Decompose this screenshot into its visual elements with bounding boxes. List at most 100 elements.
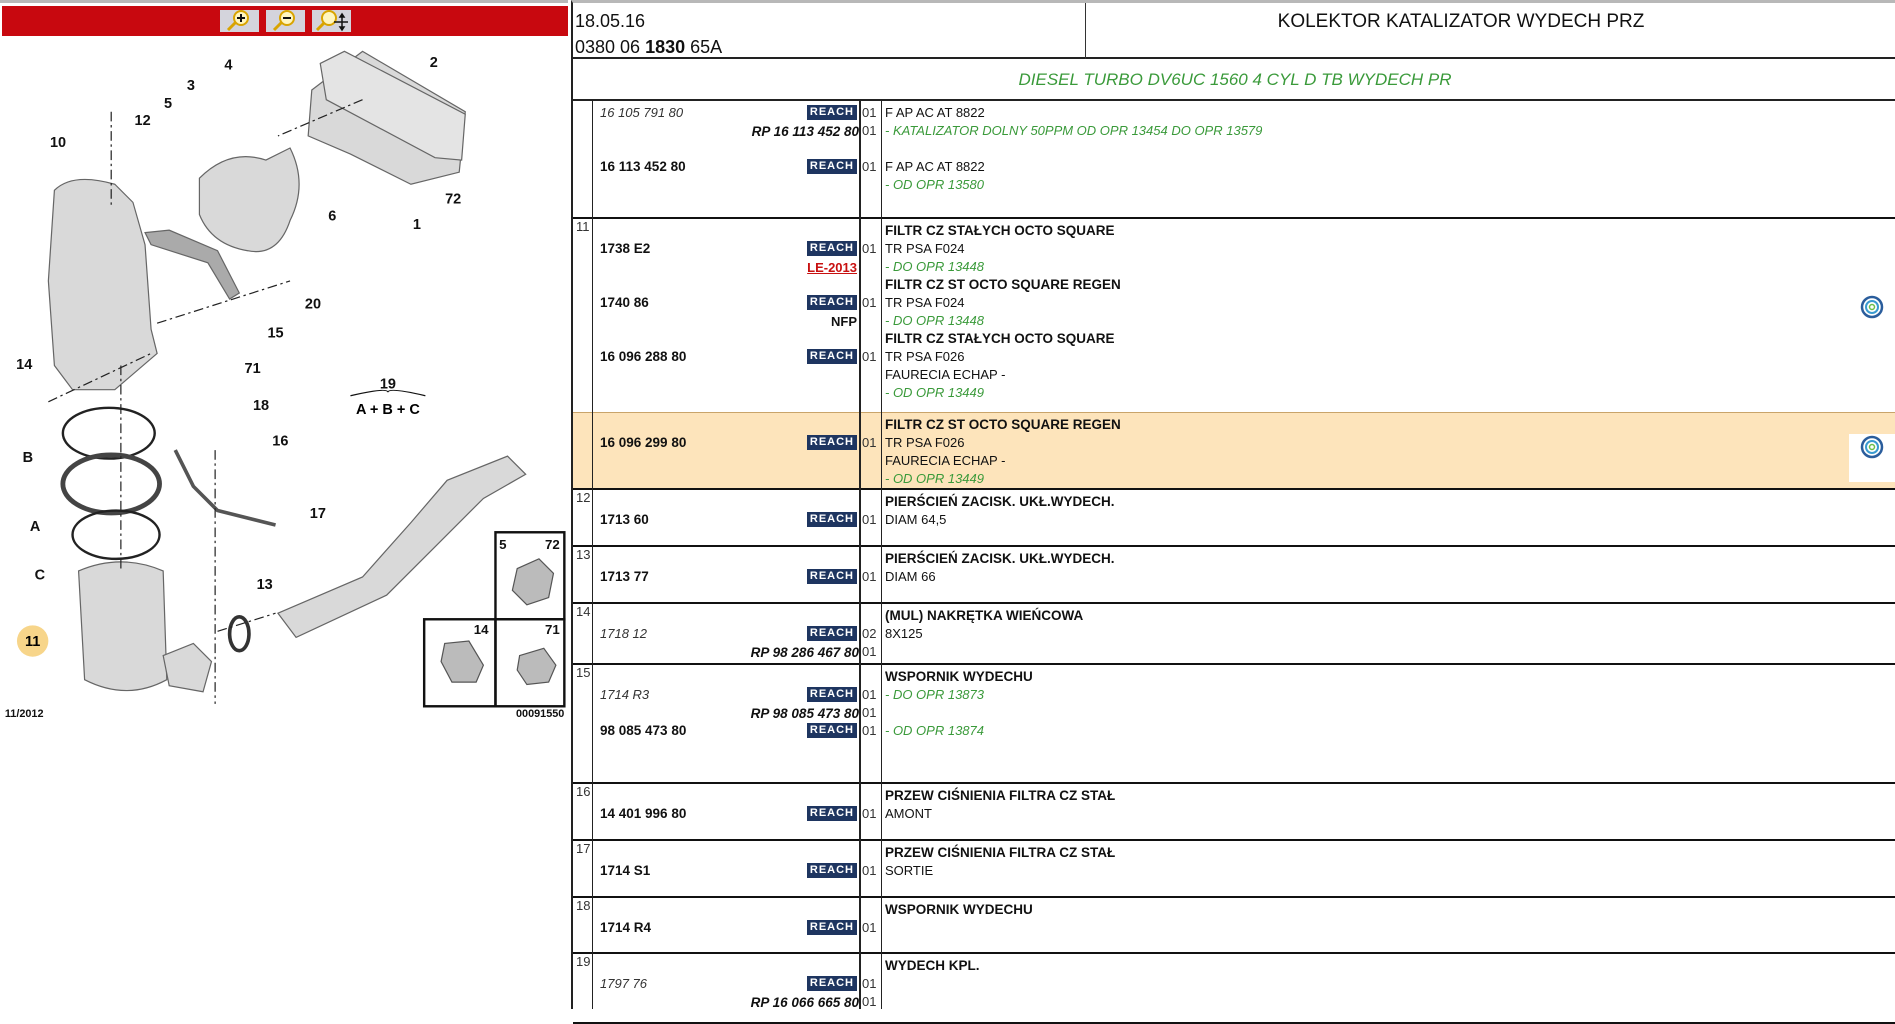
quantity: 01 xyxy=(862,241,877,256)
table-row[interactable]: 16 105 791 80 REACH 01 F AP AC AT 8822 RP 16… xyxy=(573,101,1895,219)
catalyst-outlet-part xyxy=(162,642,213,693)
part-number[interactable]: 98 085 473 80 xyxy=(600,722,686,740)
part-line: PIERŚCIEŃ ZACISK. UKŁ.WYDECH. xyxy=(573,550,1895,568)
part-line: RP 16 113 452 80 01 - KATALIZATOR DOLNY 50… xyxy=(573,122,1895,140)
callout-label[interactable]: 16 xyxy=(272,433,288,449)
exploded-parts-diagram[interactable]: 123456101272201514 711816B17AC1319 A + B … xyxy=(0,3,568,1012)
seal-ring-b xyxy=(61,406,156,460)
part-description: TR PSA F024 xyxy=(885,241,965,256)
header-date: 18.05.16 xyxy=(575,11,646,31)
part-description: - KATALIZATOR DOLNY 50PPM OD OPR 13454 D… xyxy=(885,123,1263,138)
callout-label[interactable]: 17 xyxy=(310,506,326,522)
quantity: 01 xyxy=(862,105,877,120)
table-row[interactable]: 18 WSPORNIK WYDECHU 1714 R4 REACH 01 xyxy=(573,898,1895,954)
callout-label[interactable]: 2 xyxy=(430,55,438,71)
part-number[interactable]: 1718 12 xyxy=(600,625,647,643)
part-number[interactable]: 1714 R3 xyxy=(600,686,649,704)
table-row-selected[interactable]: FILTR CZ ST OCTO SQUARE REGEN 16 096 299 … xyxy=(573,412,1895,490)
seal-ring-c xyxy=(71,509,161,561)
part-line: - OD OPR 13449 xyxy=(573,384,1895,402)
reach-badge: REACH xyxy=(806,349,857,364)
part-description: - OD OPR 13449 xyxy=(885,471,984,486)
table-row[interactable]: 17 PRZEW CIŚNIENIA FILTRA CZ STAŁ 1714 S1 R… xyxy=(573,841,1895,898)
callout-label[interactable]: 6 xyxy=(328,209,336,225)
callout-label[interactable]: 72 xyxy=(445,192,461,208)
highlight-label[interactable]: 11 xyxy=(25,634,40,650)
zoom-in-button[interactable] xyxy=(219,10,259,32)
part-number[interactable]: 1714 S1 xyxy=(600,862,650,880)
quantity: 01 xyxy=(862,644,877,659)
part-number[interactable]: 16 105 791 80 xyxy=(600,104,683,122)
page-title: KOLEKTOR KATALIZATOR WYDECH PRZ xyxy=(1277,11,1645,32)
part-number[interactable]: 16 096 299 80 xyxy=(600,434,686,452)
callout-label[interactable]: 4 xyxy=(224,57,232,73)
replacement-part-number[interactable]: RP 16 066 665 80 xyxy=(751,994,859,1012)
callout-label[interactable]: 13 xyxy=(257,577,273,593)
callout-label[interactable]: 14 xyxy=(16,357,32,373)
callout-label[interactable]: C xyxy=(35,567,46,583)
callout-label[interactable]: 20 xyxy=(305,297,321,313)
code-prefix: 0380 06 xyxy=(575,37,646,57)
callout-label[interactable]: A xyxy=(30,519,41,535)
table-row[interactable]: 11 FILTR CZ STAŁYCH OCTO SQUARE 1738 E2 REA… xyxy=(573,219,1895,414)
part-line: RP 98 085 473 80 01 xyxy=(573,704,1895,722)
diagram-ref: 00091550 xyxy=(516,708,564,720)
le-2013-link[interactable]: LE-2013 xyxy=(807,259,857,277)
part-description: - OD OPR 13449 xyxy=(885,385,984,400)
reach-badge: REACH xyxy=(806,723,857,738)
part-line: 1714 R4 REACH 01 xyxy=(573,919,1895,937)
reach-badge: REACH xyxy=(806,920,857,935)
reach-badge: REACH xyxy=(806,626,857,641)
part-number[interactable]: 1738 E2 xyxy=(600,240,650,258)
parts-table: 16 105 791 80 REACH 01 F AP AC AT 8822 RP 16… xyxy=(573,101,1895,1024)
reach-badge: REACH xyxy=(806,806,857,821)
part-number[interactable]: 1797 76 xyxy=(600,975,647,993)
parts-list-panel: 18.05.16 0380 06 1830 65A KOLEKTOR KATAL… xyxy=(571,0,1895,1024)
part-line: 16 096 299 80 REACH 01 TR PSA F026 xyxy=(573,434,1895,452)
part-number[interactable]: 16 096 288 80 xyxy=(600,348,686,366)
callout-label[interactable]: 71 xyxy=(245,361,261,377)
callout-label[interactable]: 15 xyxy=(267,326,283,342)
table-row[interactable]: 19 WYDECH KPL. 1797 76 REACH 01 RP 16 066 665… xyxy=(573,954,1895,1024)
code-main: 1830 xyxy=(645,37,686,57)
replacement-part-number[interactable]: RP 98 085 473 80 xyxy=(751,705,859,723)
table-row[interactable]: 16 PRZEW CIŚNIENIA FILTRA CZ STAŁ 14 401 9… xyxy=(573,784,1895,841)
table-row[interactable]: 15 WSPORNIK WYDECHU 1714 R3 REACH 01- DO OPR… xyxy=(573,665,1895,784)
reach-badge: REACH xyxy=(806,976,857,991)
reach-badge: REACH xyxy=(806,512,857,527)
callout-label[interactable]: 5 xyxy=(164,96,172,112)
callout-label[interactable]: 1 xyxy=(413,217,421,233)
callout-label[interactable]: 18 xyxy=(253,398,269,414)
zoom-pan-button[interactable] xyxy=(311,10,351,32)
part-description: F AP AC AT 8822 xyxy=(885,105,985,120)
part-line: FAURECIA ECHAP - xyxy=(573,366,1895,384)
part-number[interactable]: 16 113 452 80 xyxy=(600,158,686,176)
table-row[interactable]: 12 PIERŚCIEŃ ZACISK. UKŁ.WYDECH. 1713 60 RE… xyxy=(573,490,1895,547)
callout-label[interactable]: 10 xyxy=(50,135,66,151)
replacement-part-number[interactable]: RP 98 286 467 80 xyxy=(751,644,859,662)
table-row[interactable]: 14 (MUL) NAKRĘTKA WIEŃCOWA 1718 12 REACH 02 8… xyxy=(573,604,1895,665)
part-number[interactable]: 1714 R4 xyxy=(600,919,651,937)
part-description: WSPORNIK WYDECHU xyxy=(885,902,1033,917)
part-number[interactable]: 1713 60 xyxy=(600,511,649,529)
part-description: - DO OPR 13448 xyxy=(885,259,984,274)
callout-label[interactable]: 3 xyxy=(187,78,195,94)
status-tag: NFP xyxy=(831,314,857,329)
table-row[interactable]: 13 PIERŚCIEŃ ZACISK. UKŁ.WYDECH. 1713 77 RE… xyxy=(573,547,1895,604)
callout-label[interactable]: 12 xyxy=(135,113,151,129)
part-number[interactable]: 14 401 996 80 xyxy=(600,805,686,823)
part-number[interactable]: 1713 77 xyxy=(600,568,649,586)
column-divider xyxy=(592,101,593,1009)
callout-label[interactable]: B xyxy=(23,450,33,466)
replacement-part-number[interactable]: RP 16 113 452 80 xyxy=(752,123,859,141)
part-description: - OD OPR 13874 xyxy=(885,723,984,738)
part-line: PRZEW CIŚNIENIA FILTRA CZ STAŁ xyxy=(573,844,1895,862)
part-description: SORTIE xyxy=(885,863,934,878)
quantity: 01 xyxy=(862,806,877,821)
zoom-out-button[interactable] xyxy=(265,10,305,32)
part-line: 1718 12 REACH 02 8X125 xyxy=(573,625,1895,643)
part-line: (MUL) NAKRĘTKA WIEŃCOWA xyxy=(573,607,1895,625)
part-line: WYDECH KPL. xyxy=(573,957,1895,975)
part-number[interactable]: 1740 86 xyxy=(600,294,649,312)
quantity: 01 xyxy=(862,976,877,991)
